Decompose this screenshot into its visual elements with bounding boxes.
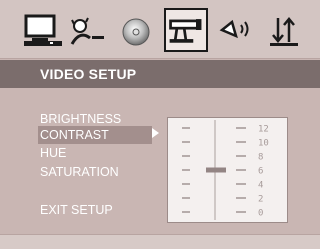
bottom-strip <box>0 234 320 249</box>
menu-item-hue[interactable]: HUE <box>38 144 152 162</box>
video-camera-icon <box>169 19 202 43</box>
page-title: VIDEO SETUP <box>40 66 137 82</box>
page-title-bar: VIDEO SETUP <box>0 60 320 88</box>
setup-tab-bar <box>0 0 320 59</box>
slider-scale: 12 10 8 6 4 2 0 <box>182 120 269 220</box>
tab-language[interactable] <box>66 8 110 52</box>
tab-general[interactable] <box>22 8 66 52</box>
slider-scale-label: 6 <box>258 167 263 177</box>
slider-scale-label: 8 <box>258 153 263 163</box>
slider-scale-label: 2 <box>258 195 263 205</box>
tab-video[interactable] <box>164 8 208 52</box>
contrast-slider[interactable]: 12 10 8 6 4 2 0 <box>167 117 288 223</box>
slider-knob[interactable] <box>206 167 226 173</box>
slider-scale-label: 12 <box>258 125 269 135</box>
selection-pointer-icon <box>152 128 159 138</box>
menu-item-saturation[interactable]: SATURATION <box>38 163 152 181</box>
tab-preference[interactable] <box>262 8 306 52</box>
slider-scale-label: 0 <box>258 209 263 219</box>
menu-item-contrast[interactable]: CONTRAST <box>38 126 152 144</box>
tab-speaker[interactable] <box>214 8 258 52</box>
speaker-person-icon <box>70 17 104 45</box>
sort-arrows-icon <box>270 17 298 46</box>
slider-scale-label: 4 <box>258 181 263 191</box>
dvd-setup-screen: VIDEO SETUP BRIGHTNESS CONTRAST HUE SATU… <box>0 0 320 249</box>
disc-icon <box>122 18 150 46</box>
monitor-icon <box>24 14 62 46</box>
tab-audio[interactable] <box>114 8 158 52</box>
speaker-sound-icon <box>219 19 249 39</box>
menu-item-exit-setup[interactable]: EXIT SETUP <box>38 201 152 219</box>
slider-scale-label: 10 <box>258 139 269 149</box>
